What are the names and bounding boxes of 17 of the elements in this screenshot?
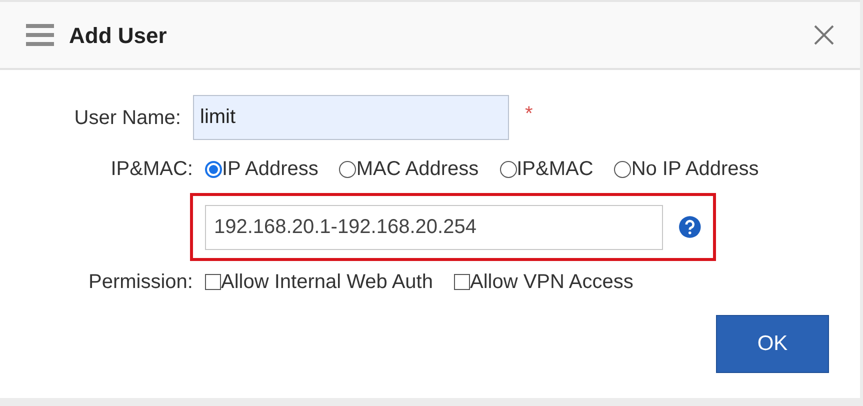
user-name-field[interactable]: limit bbox=[193, 95, 509, 140]
radio-option[interactable]: IP Address bbox=[205, 154, 318, 184]
checkbox-option[interactable]: Allow Internal Web Auth bbox=[205, 267, 433, 297]
help-icon[interactable] bbox=[679, 216, 701, 238]
menu-icon[interactable] bbox=[26, 24, 54, 46]
checkbox-option[interactable]: Allow VPN Access bbox=[454, 267, 634, 297]
close-icon[interactable] bbox=[814, 25, 834, 45]
radio-option[interactable]: MAC Address bbox=[339, 154, 479, 184]
field-label: User Name: bbox=[73, 106, 182, 130]
radio-option[interactable]: No IP Address bbox=[614, 154, 759, 184]
dialog-title: Add User bbox=[69, 22, 167, 50]
radio-option[interactable]: IP&MAC bbox=[500, 154, 594, 184]
ok-button[interactable]: OK bbox=[716, 315, 829, 373]
field-label: IP&MAC: bbox=[110, 157, 194, 182]
field-label: Permission: bbox=[88, 270, 194, 295]
required-mark: * bbox=[525, 102, 533, 127]
ip-address-field[interactable]: 192.168.20.1-192.168.20.254 bbox=[205, 204, 664, 250]
